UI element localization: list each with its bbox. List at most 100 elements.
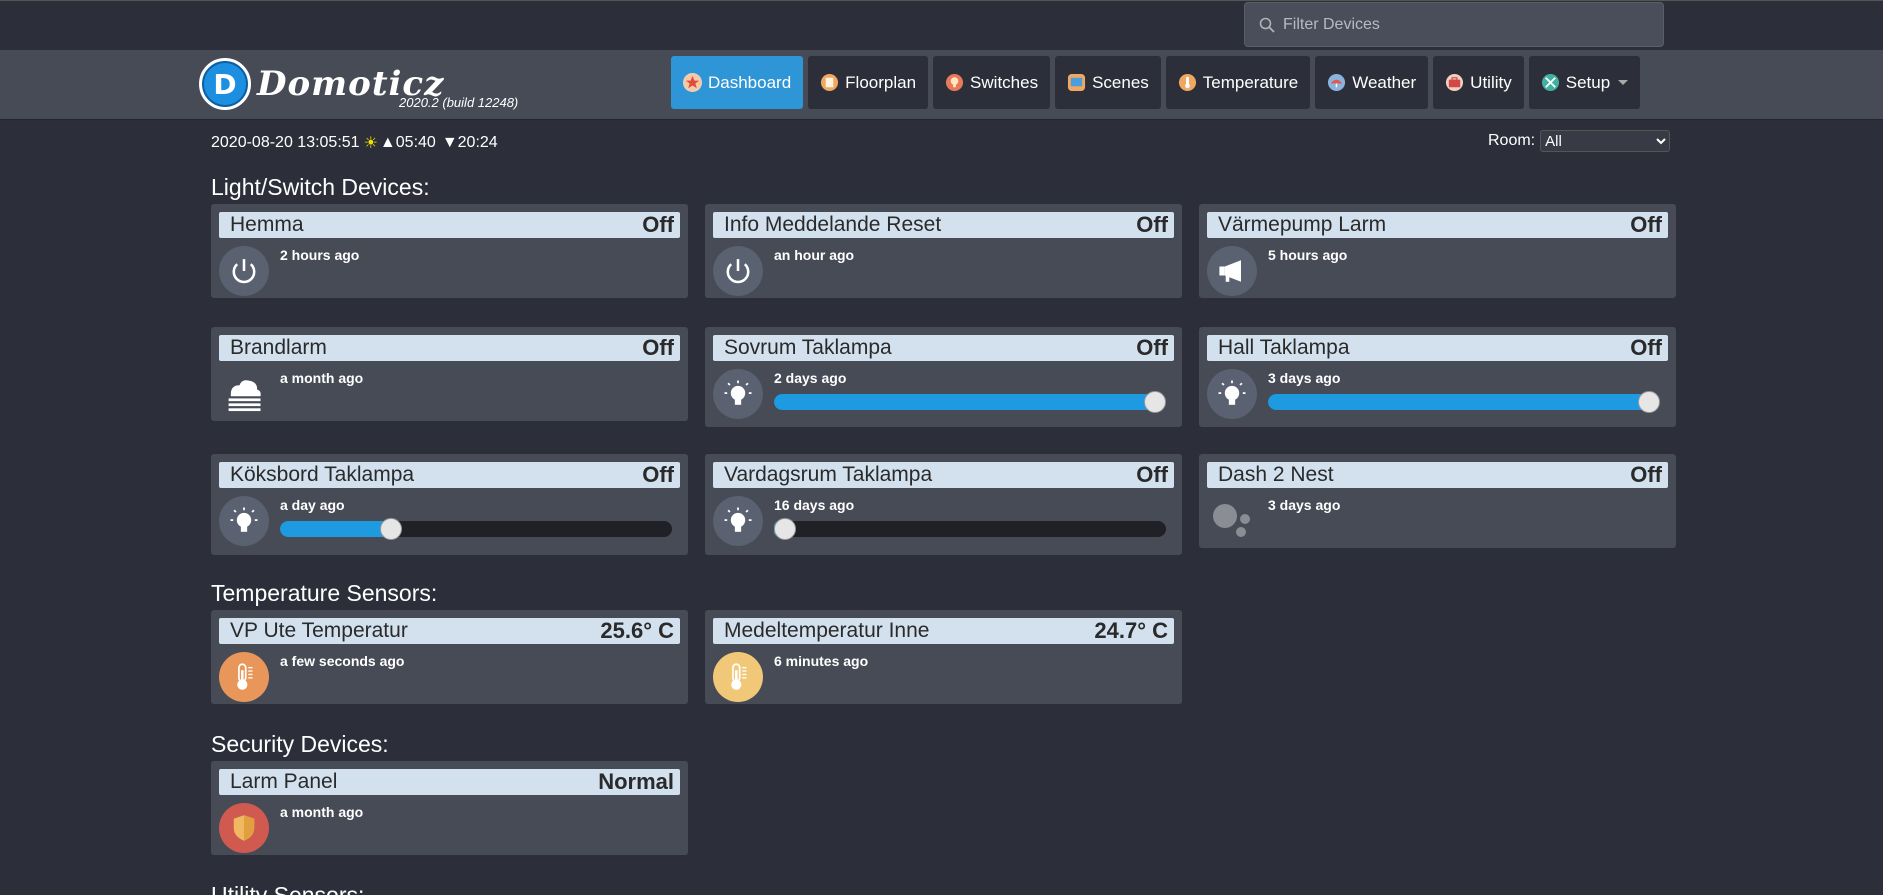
security-card: Larm Panel Normal a month ago [211,761,688,855]
scenes-icon [1067,73,1086,92]
star-icon [683,73,702,92]
filter-devices-search[interactable] [1244,2,1664,47]
device-status[interactable]: Off [1136,462,1168,488]
nav-label: Temperature [1202,72,1299,92]
bubbles-icon[interactable] [1207,496,1257,546]
temperature-card: Medeltemperatur Inne 24.7° C 6 minutes ag… [705,610,1182,704]
version-label: 2020.2 (build 12248) [399,95,519,110]
top-strip [0,0,1883,50]
last-update: 3 days ago [1268,370,1341,386]
section-title-temperature: Temperature Sensors: [211,580,438,606]
nav-label: Dashboard [708,72,792,92]
slider-handle[interactable] [1638,391,1660,413]
device-name: Hall Taklampa [1218,336,1350,359]
temperature-value: 24.7° C [1094,618,1168,643]
device-status[interactable]: Off [642,212,674,238]
device-name: Medeltemperatur Inne [724,619,930,642]
device-card: Köksbord Taklampa Off a day ago [211,454,688,555]
lightbulb-icon[interactable] [713,496,763,546]
nav-weather[interactable]: Weather [1315,56,1429,109]
nav-label: Setup [1565,72,1611,92]
search-icon [1259,17,1275,33]
card-header: Hall Taklampa Off [1207,335,1668,361]
device-card: Hall Taklampa Off 3 days ago [1199,327,1676,427]
device-status[interactable]: Off [1630,462,1662,488]
slider-handle[interactable] [379,518,402,540]
power-icon[interactable] [713,246,763,296]
nav-label: Weather [1352,72,1417,92]
last-update: a day ago [280,497,345,513]
card-header: Larm Panel Normal [219,769,680,795]
device-name: Sovrum Taklampa [724,336,892,359]
datetime: 2020-08-20 13:05:51 [211,134,360,151]
last-update: 3 days ago [1268,497,1341,513]
device-status[interactable]: Off [1630,335,1662,361]
sunrise-arrow-icon: ▲ [379,134,396,151]
device-name: Värmepump Larm [1218,213,1387,236]
device-name: Köksbord Taklampa [230,463,415,486]
sunset-time: 20:24 [457,134,498,151]
nav-dashboard[interactable]: Dashboard [671,56,804,109]
room-filter: Room: All [1488,130,1671,152]
card-header: Vardagsrum Taklampa Off [713,462,1174,488]
lightbulb-icon[interactable] [713,369,763,419]
device-card: Hemma Off 2 hours ago [211,204,688,298]
last-update: 2 days ago [774,370,847,386]
device-card: Info Meddelande Reset Off an hour ago [705,204,1182,298]
last-update: a month ago [280,804,364,820]
lightbulb-icon[interactable] [1207,369,1257,419]
room-label: Room: [1488,132,1536,149]
card-header: Sovrum Taklampa Off [713,335,1174,361]
thermometer-icon[interactable] [219,652,269,702]
last-update: an hour ago [774,247,855,263]
nav-temperature[interactable]: Temperature [1165,56,1311,109]
nav-utility[interactable]: Utility [1433,56,1524,109]
search-input[interactable] [1283,15,1643,34]
card-header: VP Ute Temperatur 25.6° C [219,618,680,644]
megaphone-icon[interactable] [1207,246,1257,296]
card-header: Hemma Off [219,212,680,238]
logo-circle-icon: D [199,58,251,110]
last-update: 2 hours ago [280,247,360,263]
dimmer-slider[interactable] [1268,391,1660,413]
device-status[interactable]: Off [642,462,674,488]
device-status[interactable]: Off [642,335,674,361]
security-status[interactable]: Normal [598,769,674,795]
card-header: Värmepump Larm Off [1207,212,1668,238]
power-icon[interactable] [219,246,269,296]
slider-fill [280,521,391,537]
section-title-light: Light/Switch Devices: [211,174,430,200]
section-title-utility: Utility Sensors: [211,882,365,895]
nav-scenes[interactable]: Scenes [1055,56,1161,109]
nav-label: Floorplan [845,72,917,92]
dimmer-slider[interactable] [280,518,672,540]
slider-handle[interactable] [1144,391,1166,413]
device-status[interactable]: Off [1136,212,1168,238]
lightbulb-icon[interactable] [219,496,269,546]
device-name: VP Ute Temperatur [230,619,408,642]
dimmer-slider[interactable] [774,518,1166,540]
room-select[interactable]: All [1540,130,1671,152]
dimmer-slider[interactable] [774,391,1166,413]
device-status[interactable]: Off [1630,212,1662,238]
device-name: Vardagsrum Taklampa [724,463,933,486]
device-name: Info Meddelande Reset [724,213,942,236]
temperature-value: 25.6° C [600,618,674,643]
logo-letter: D [213,67,237,101]
last-update: a month ago [280,370,364,386]
card-header: Brandlarm Off [219,335,680,361]
logo[interactable]: D Domoticz 2020.2 (build 12248) [199,58,518,114]
nav-switches[interactable]: Switches [933,56,1051,109]
slider-handle[interactable] [774,518,796,540]
nav-floorplan[interactable]: Floorplan [808,56,929,109]
smoke-icon[interactable] [219,369,269,419]
nav-setup[interactable]: Setup [1528,56,1641,109]
device-name: Larm Panel [230,770,338,793]
shield-icon[interactable] [219,803,269,853]
sun-icon: ☀ [363,135,378,152]
last-update: 16 days ago [774,497,855,513]
device-status[interactable]: Off [1136,335,1168,361]
navbar: D Domoticz 2020.2 (build 12248) Dashboar… [0,50,1883,120]
section-title-security: Security Devices: [211,731,389,757]
thermometer-icon[interactable] [713,652,763,702]
